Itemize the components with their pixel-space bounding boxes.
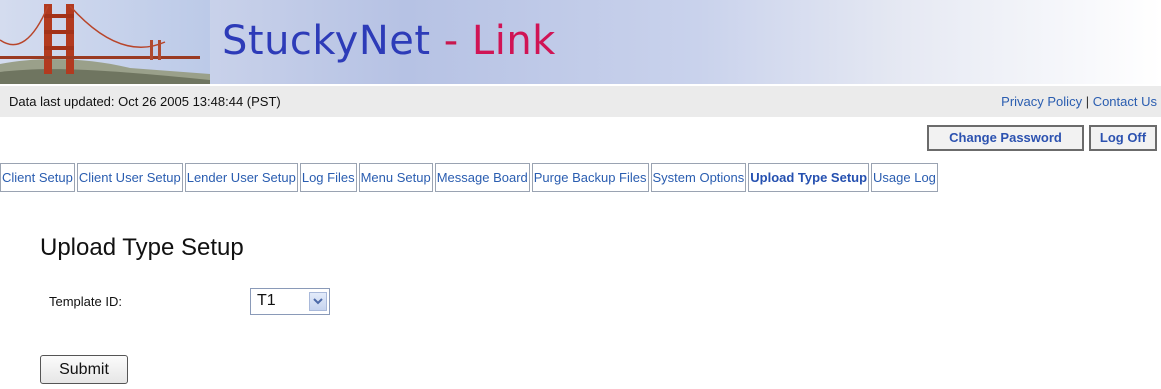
template-id-value: T1 [257, 292, 276, 309]
header-banner: StuckyNet - Link [0, 0, 1161, 84]
tab-client-setup[interactable]: Client Setup [0, 163, 75, 192]
tab-menu-setup[interactable]: Menu Setup [358, 163, 433, 192]
data-last-updated: Data last updated: Oct 26 2005 13:48:44 … [9, 94, 281, 109]
brand-name: StuckyNet [222, 18, 431, 64]
page-title: Upload Type Setup [40, 234, 244, 261]
status-bar: Data last updated: Oct 26 2005 13:48:44 … [0, 86, 1161, 117]
golden-gate-bridge-image [0, 0, 210, 84]
tab-log-files[interactable]: Log Files [299, 163, 357, 192]
top-links: Privacy Policy | Contact Us [1001, 94, 1157, 109]
contact-us-link[interactable]: Contact Us [1093, 94, 1157, 109]
privacy-policy-link[interactable]: Privacy Policy [1001, 94, 1082, 109]
tab-system-options[interactable]: System Options [650, 163, 747, 192]
change-password-button[interactable]: Change Password [927, 125, 1084, 151]
brand-logo: StuckyNet - Link [222, 18, 556, 64]
template-id-label: Template ID: [49, 294, 122, 309]
tab-message-board[interactable]: Message Board [434, 163, 530, 192]
link-separator: | [1082, 94, 1093, 109]
nav-tabs: Client Setup Client User Setup Lender Us… [0, 163, 940, 192]
brand-link-word: Link [471, 18, 556, 64]
tab-usage-log[interactable]: Usage Log [871, 163, 938, 192]
submit-button[interactable]: Submit [40, 355, 128, 384]
tab-lender-user-setup[interactable]: Lender User Setup [184, 163, 298, 192]
chevron-down-icon[interactable] [309, 292, 327, 311]
tab-upload-type-setup[interactable]: Upload Type Setup [748, 163, 870, 192]
tab-purge-backup-files[interactable]: Purge Backup Files [531, 163, 649, 192]
tab-client-user-setup[interactable]: Client User Setup [76, 163, 183, 192]
brand-dash: - [430, 18, 472, 64]
template-id-select[interactable]: T1 [250, 288, 330, 315]
log-off-button[interactable]: Log Off [1089, 125, 1157, 151]
